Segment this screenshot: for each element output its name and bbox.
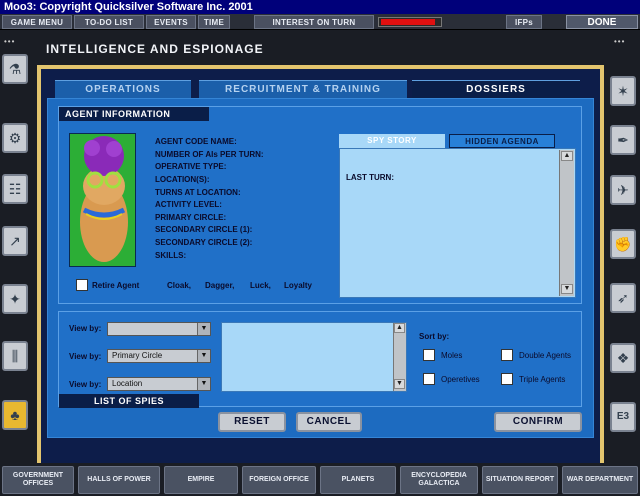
quill-icon[interactable]: ✒ [610,125,636,155]
graph-icon[interactable]: ↗ [2,226,28,256]
stars-icon[interactable]: ✶ [610,76,636,106]
moles-label: Moles [441,351,463,360]
left-dots: ••• [4,37,16,46]
tab-dossiers[interactable]: DOSSIERS [412,80,580,98]
field-turns-at-location: TURNS AT LOCATION: [155,188,241,197]
operetives-label: Operetives [441,375,480,384]
tab-recruitment[interactable]: RECRUITMENT & TRAINING [199,80,407,98]
top-menu-bar: GAME MENU TO-DO LIST EVENTS TIME INTERES… [0,14,640,30]
wings-icon[interactable]: ❖ [610,343,636,373]
nav-situation-report[interactable]: SITUATION REPORT [482,466,558,494]
moles-checkbox[interactable] [423,349,435,361]
hierarchy-icon[interactable]: ☷ [2,174,28,204]
window-title-bar: Moo3: Copyright Quicksilver Software Inc… [0,0,640,14]
dropdown-arrow-icon: ▼ [197,350,210,362]
view-by-value-2: Primary Circle [112,351,163,360]
view-by-dropdown-1[interactable]: ▼ [107,322,211,336]
right-dots: ••• [614,37,626,46]
nav-encyclopedia-galactica[interactable]: ENCYCLOPEDIA GALACTICA [400,466,478,494]
view-by-dropdown-3[interactable]: Location ▼ [107,377,211,391]
events-button[interactable]: EVENTS [146,15,196,29]
ifps-label: IFPs [506,15,542,29]
nav-government-offices[interactable]: GOVERNMENT OFFICES [2,466,74,494]
scroll-up-icon[interactable]: ▲ [394,323,405,333]
nav-war-department[interactable]: WAR DEPARTMENT [562,466,638,494]
triple-agents-label: Triple Agents [519,375,566,384]
field-skills: SKILLS: [155,251,187,260]
attr-cloak: Cloak, [167,281,192,290]
fist-icon[interactable]: ✊ [610,229,636,259]
spies-panel: View by: ▼ View by: Primary Circle ▼ View… [58,311,582,408]
flask-icon[interactable]: ⚗ [2,54,28,84]
agent-information-header: AGENT INFORMATION [59,107,209,121]
field-locations: LOCATION(S): [155,175,210,184]
field-secondary-circle-1: SECONDARY CIRCLE (1): [155,225,253,234]
agent-information-panel: AGENT INFORMATION AGENT CODE NAME: NUMBE… [58,106,582,304]
view-by-dropdown-2[interactable]: Primary Circle ▼ [107,349,211,363]
reset-button[interactable]: RESET [218,412,286,432]
tab-hidden-agenda[interactable]: HIDDEN AGENDA [449,134,555,148]
tab-operations[interactable]: OPERATIONS [55,80,191,98]
field-activity-level: ACTIVITY LEVEL: [155,200,222,209]
confirm-button[interactable]: CONFIRM [494,412,582,432]
list-of-spies-header: LIST OF SPIES [59,394,199,408]
bottom-nav: GOVERNMENT OFFICES HALLS OF POWER EMPIRE… [0,463,640,496]
interest-bar-fill [381,19,435,25]
attr-dagger: Dagger, [205,281,235,290]
view-by-value-3: Location [112,379,143,388]
scroll-down-icon[interactable]: ▼ [561,284,573,294]
tools-icon[interactable]: ✦ [2,284,28,314]
game-menu-button[interactable]: GAME MENU [2,15,72,29]
retire-agent-checkbox[interactable] [76,279,88,291]
last-turn-label: LAST TURN: [346,173,394,182]
operetives-checkbox[interactable] [423,373,435,385]
spy-list-scrollbar[interactable]: ▲ ▼ [393,323,406,391]
field-primary-circle: PRIMARY CIRCLE: [155,213,227,222]
attr-luck: Luck, [250,281,271,290]
attr-loyalty: Loyalty [284,281,313,290]
field-agent-code-name: AGENT CODE NAME: [155,137,237,146]
cancel-button[interactable]: CANCEL [296,412,362,432]
nav-planets[interactable]: PLANETS [320,466,396,494]
scroll-up-icon[interactable]: ▲ [561,151,573,161]
spy-story-box: LAST TURN: ▲ ▼ [339,148,576,298]
tab-spy-story[interactable]: SPY STORY [339,134,445,148]
field-operative-type: OPERATIVE TYPE: [155,162,227,171]
view-by-label-1: View by: [69,324,102,333]
field-ais-per-turn: NUMBER OF AIs PER TURN: [155,150,264,159]
window-title: Moo3: Copyright Quicksilver Software Inc… [4,1,253,13]
view-by-label-3: View by: [69,380,102,389]
interest-on-turn-label: INTEREST ON TURN [254,15,374,29]
field-secondary-circle-2: SECONDARY CIRCLE (2): [155,238,253,247]
spy-list-box[interactable]: ▲ ▼ [221,322,407,392]
spy-icon[interactable]: ♣ [2,400,28,430]
double-agents-checkbox[interactable] [501,349,513,361]
double-agents-label: Double Agents [519,351,572,360]
nav-halls-of-power[interactable]: HALLS OF POWER [78,466,160,494]
fleet-icon[interactable]: ➶ [610,283,636,313]
retire-agent-label: Retire Agent [92,281,140,290]
sort-by-label: Sort by: [419,332,450,341]
time-button[interactable]: TIME [198,15,230,29]
dropdown-arrow-icon: ▼ [197,378,210,390]
done-button[interactable]: DONE [566,15,638,29]
columns-icon[interactable]: ⫼ [2,341,28,371]
gear-icon[interactable]: ⚙ [2,123,28,153]
dropdown-arrow-icon: ▼ [197,323,210,335]
story-scrollbar[interactable]: ▲ ▼ [559,150,574,296]
todo-list-button[interactable]: TO-DO LIST [74,15,144,29]
view-by-label-2: View by: [69,352,102,361]
nav-empire[interactable]: EMPIRE [164,466,238,494]
page-title: INTELLIGENCE AND ESPIONAGE [46,42,264,56]
ships-icon[interactable]: ✈ [610,175,636,205]
nav-foreign-office[interactable]: FOREIGN OFFICE [242,466,316,494]
interest-bar [378,17,442,27]
agent-portrait [69,133,136,267]
e3-button[interactable]: E3 [610,402,636,432]
triple-agents-checkbox[interactable] [501,373,513,385]
scroll-down-icon[interactable]: ▼ [394,379,405,389]
